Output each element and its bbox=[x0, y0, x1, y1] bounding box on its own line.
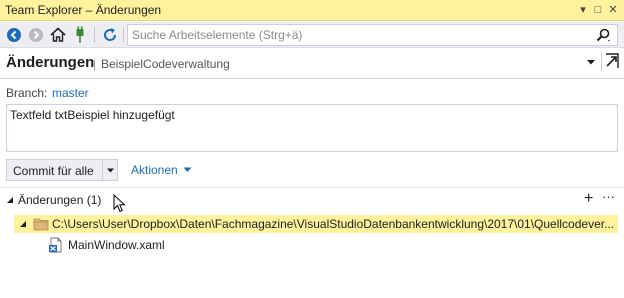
split-button-separator bbox=[102, 160, 103, 180]
page-header: Änderungen | BeispielCodeverwaltung bbox=[0, 48, 624, 78]
folder-path: C:\Users\User\Dropbox\Daten\Fachmagazine… bbox=[52, 217, 615, 231]
navigate-up-icon[interactable] bbox=[604, 53, 620, 69]
commit-all-button[interactable]: Commit für alle bbox=[6, 159, 118, 181]
search-icon[interactable] bbox=[595, 27, 611, 43]
search-box[interactable]: Suche Arbeitselemente (Strg+ä) bbox=[127, 24, 618, 46]
close-button[interactable]: ✕ bbox=[606, 2, 620, 18]
folder-icon bbox=[33, 218, 49, 231]
commit-message-text: Textfeld txtBeispiel hinzugefügt bbox=[10, 108, 175, 122]
commit-button-label: Commit für alle bbox=[13, 164, 94, 178]
refresh-icon bbox=[104, 28, 117, 41]
page-title: Änderungen bbox=[6, 54, 95, 71]
header-separator bbox=[601, 53, 602, 71]
toolbar-separator bbox=[94, 27, 95, 43]
back-icon bbox=[7, 28, 21, 42]
window-titlebar: Team Explorer – Änderungen ▾ □ ✕ bbox=[0, 0, 624, 21]
maximize-button[interactable]: □ bbox=[591, 2, 605, 18]
mouse-cursor-icon bbox=[113, 194, 126, 213]
chevron-down-icon[interactable] bbox=[183, 166, 192, 174]
window-title: Team Explorer – Änderungen bbox=[5, 3, 162, 17]
title-separator: | bbox=[93, 57, 97, 71]
expand-arrow-icon[interactable] bbox=[19, 220, 27, 228]
changes-section-title[interactable]: Änderungen (1) bbox=[18, 193, 101, 207]
folder-row[interactable]: C:\Users\User\Dropbox\Daten\Fachmagazine… bbox=[14, 215, 618, 233]
divider bbox=[0, 187, 624, 188]
chevron-down-icon[interactable] bbox=[585, 56, 597, 68]
connect-icon bbox=[76, 26, 84, 43]
home-icon bbox=[50, 27, 66, 42]
commit-message-input[interactable]: Textfeld txtBeispiel hinzugefügt bbox=[6, 104, 618, 152]
xaml-file-icon bbox=[49, 237, 62, 253]
window-menu-button[interactable]: ▾ bbox=[576, 2, 590, 18]
home-button[interactable] bbox=[48, 25, 68, 45]
actions-link[interactable]: Aktionen bbox=[131, 163, 178, 177]
branch-label: Branch: bbox=[6, 86, 48, 100]
repository-name: BeispielCodeverwaltung bbox=[101, 57, 230, 71]
forward-icon bbox=[29, 28, 43, 42]
expand-arrow-icon[interactable] bbox=[5, 195, 15, 205]
connect-button[interactable] bbox=[70, 25, 90, 45]
divider bbox=[0, 78, 624, 79]
more-options-button[interactable]: ··· bbox=[602, 189, 615, 204]
forward-button[interactable] bbox=[26, 25, 46, 45]
branch-link[interactable]: master bbox=[52, 86, 89, 100]
add-button[interactable]: + bbox=[584, 190, 593, 208]
search-placeholder: Suche Arbeitselemente (Strg+ä) bbox=[132, 28, 303, 42]
chevron-down-icon[interactable] bbox=[104, 164, 117, 176]
toolbar-separator bbox=[123, 27, 124, 43]
back-button[interactable] bbox=[4, 25, 24, 45]
toolbar: Suche Arbeitselemente (Strg+ä) bbox=[0, 22, 624, 48]
file-name: MainWindow.xaml bbox=[68, 238, 165, 252]
refresh-button[interactable] bbox=[100, 25, 120, 45]
